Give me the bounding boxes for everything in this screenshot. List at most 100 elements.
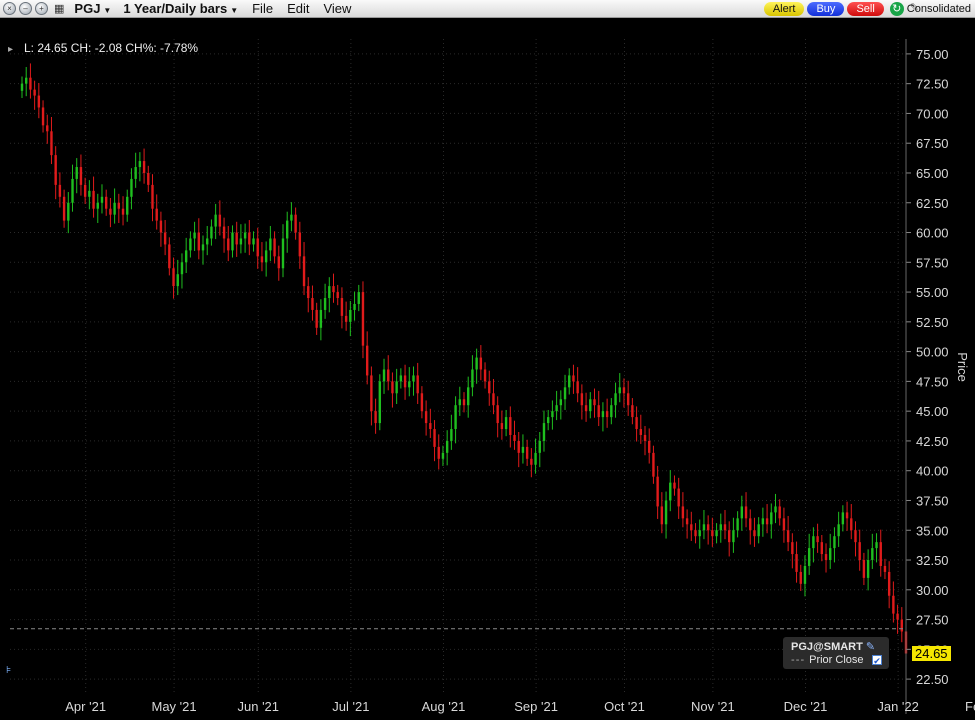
candle (210, 219, 213, 246)
candle (488, 370, 491, 406)
candle (837, 511, 840, 547)
candle (311, 285, 314, 321)
y-tick-label: 67.50 (916, 136, 949, 151)
candle-body (728, 530, 731, 543)
menu-view[interactable]: View (323, 1, 351, 16)
candle (264, 241, 268, 277)
minimize-window-icon[interactable]: – (19, 2, 32, 15)
candle (706, 515, 710, 545)
buy-button[interactable]: Buy (807, 2, 845, 16)
routing-label[interactable]: Consolidated (907, 3, 971, 15)
candle-body (210, 226, 213, 239)
candle-body (370, 375, 373, 412)
candle-body (155, 208, 158, 221)
candle-body (243, 232, 247, 239)
candle-body (900, 619, 903, 632)
candle (605, 398, 609, 428)
candle-body (239, 238, 243, 245)
candle (121, 196, 125, 226)
symbol-selector[interactable]: PGJ ▼ (74, 1, 111, 16)
candle-body (67, 202, 70, 221)
candle-body (437, 446, 440, 459)
candle (168, 237, 171, 276)
candle-body (180, 262, 184, 275)
candle (900, 607, 903, 643)
candle-body (25, 77, 28, 84)
candle-body (298, 232, 302, 257)
candle-body (871, 548, 874, 561)
candle (757, 517, 760, 544)
candle-body (605, 411, 609, 418)
candle (222, 217, 226, 253)
candle-body (525, 446, 529, 459)
price-chart[interactable]: 75.00 72.50 70.00 67.50 65.00 62.50 60.00 57.50… (0, 19, 975, 720)
maximize-window-icon[interactable]: + (35, 2, 48, 15)
legend[interactable]: PGJ@SMART ✎ - - - Prior Close ✔ (783, 637, 889, 669)
candle-body (719, 524, 722, 531)
period-selector[interactable]: 1 Year/Daily bars ▼ (123, 1, 238, 16)
candle (702, 510, 706, 540)
candle-body (231, 232, 234, 251)
candle (555, 390, 558, 421)
candle-body (121, 208, 125, 215)
candle (656, 465, 659, 519)
candle (728, 521, 731, 557)
candle (576, 367, 579, 403)
candle-body (382, 369, 386, 382)
y-tick-label: 22.50 (916, 672, 949, 687)
y-tick-label: 27.50 (916, 613, 949, 628)
pencil-icon[interactable]: ✎ (866, 641, 875, 653)
alert-button[interactable]: Alert (763, 2, 805, 16)
candle (227, 225, 230, 262)
candle-body (883, 565, 887, 572)
candle (58, 172, 62, 208)
candle-body (277, 256, 280, 269)
candle-body (673, 482, 676, 489)
candle (559, 390, 563, 420)
candle-body (711, 530, 714, 537)
candle-body (496, 405, 499, 424)
candle (782, 507, 786, 543)
y-tick-label: 52.50 (916, 315, 949, 330)
y-tick-label: 42.50 (916, 434, 949, 449)
candle (833, 527, 836, 563)
candle-body (597, 405, 600, 418)
candle-body (349, 309, 352, 322)
candle (812, 527, 815, 563)
menu-edit[interactable]: Edit (287, 1, 309, 16)
y-tick-label: 47.50 (916, 374, 949, 389)
candle-body (706, 524, 710, 531)
crosshair-icon[interactable]: ⊧ (6, 665, 11, 676)
grid-icon[interactable]: ▦ (54, 2, 64, 15)
sell-button[interactable]: Sell (847, 2, 884, 16)
title-bar: × – + ▦ PGJ ▼ 1 Year/Daily bars ▼ File Edi… (0, 0, 975, 18)
candle (248, 220, 251, 256)
close-window-icon[interactable]: × (3, 2, 16, 15)
candle (298, 221, 302, 269)
candle (104, 189, 108, 216)
candle (126, 189, 129, 222)
menu-file[interactable]: File (252, 1, 273, 16)
candle-body (168, 244, 171, 269)
candle-body (353, 303, 356, 310)
candle (799, 564, 802, 591)
candle (328, 277, 331, 313)
candle-body (791, 542, 794, 555)
candle (294, 207, 297, 240)
candle-body (555, 405, 558, 412)
candle-body (281, 238, 285, 269)
candle (214, 203, 217, 240)
candle-body (193, 232, 196, 239)
prior-close-checkbox[interactable]: ✔ (872, 655, 882, 666)
candle-body (664, 500, 668, 525)
refresh-icon[interactable]: ↻ (889, 2, 904, 16)
candle-body (677, 488, 680, 507)
candle (723, 510, 727, 540)
candle (770, 503, 773, 539)
candle (643, 426, 647, 456)
candle (711, 517, 714, 547)
candle-body (685, 518, 689, 525)
candle (504, 409, 508, 437)
candle (109, 197, 112, 228)
info-icon[interactable]: ▸ (8, 44, 13, 55)
